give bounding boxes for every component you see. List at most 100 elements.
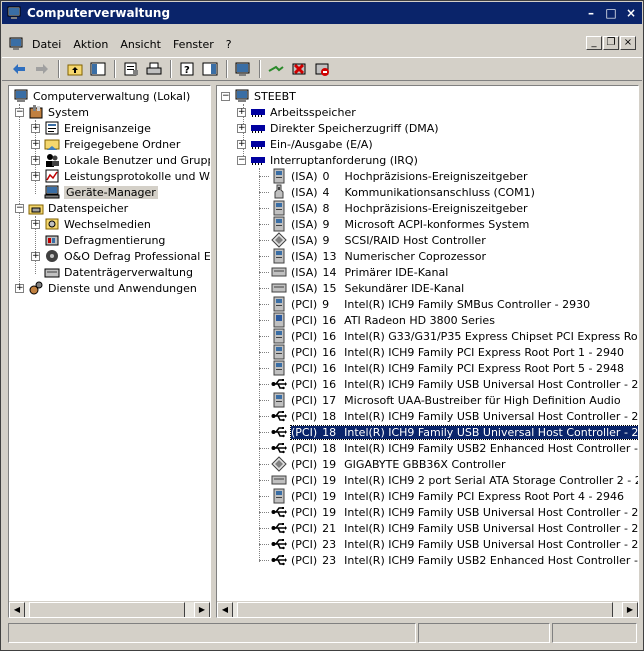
uninstall-button[interactable] — [288, 59, 310, 79]
print-button[interactable] — [143, 59, 165, 79]
tree-connector — [259, 512, 269, 513]
close-button[interactable]: × — [622, 5, 640, 21]
scan-hardware-button[interactable] — [232, 59, 254, 79]
irq-device-row[interactable]: (PCI) 19 Intel(R) ICH9 2 port Serial ATA S… — [255, 472, 638, 488]
collapse-toggle[interactable]: − — [15, 203, 24, 213]
minimize-button[interactable]: – — [582, 5, 600, 21]
expand-toggle[interactable]: + — [31, 139, 40, 149]
scroll-right-button[interactable]: ▶ — [622, 602, 638, 617]
update-driver-button[interactable] — [265, 59, 287, 79]
tree-item-storage[interactable]: − Datenspeicher — [15, 200, 128, 216]
expand-toggle[interactable]: + — [237, 123, 246, 133]
tree-item-computer-management[interactable]: Computerverwaltung (Lokal) — [13, 88, 190, 104]
irq-device-row[interactable]: (PCI) 16 Intel(R) ICH9 Family USB Universa… — [255, 376, 638, 392]
show-hide-action-pane-button[interactable] — [199, 59, 221, 79]
irq-device-row[interactable]: (ISA) 14 Primärer IDE-Kanal — [255, 264, 448, 280]
menu-help[interactable]: ? — [220, 38, 238, 51]
irq-device-row[interactable]: (PCI) 16 Intel(R) G33/G31/P35 Express Chip… — [255, 328, 638, 344]
mdi-close-button[interactable]: × — [620, 36, 636, 50]
irq-device-row[interactable]: (PCI) 18 Intel(R) ICH9 Family USB2 Enhance… — [255, 440, 638, 456]
title-bar[interactable]: Computerverwaltung – □ × — [2, 2, 642, 24]
forward-button[interactable] — [31, 59, 53, 79]
tree-item-services-apps[interactable]: + Dienste und Anwendungen — [15, 280, 197, 296]
irq-device-row[interactable]: (ISA) 13 Numerischer Coprozessor — [255, 248, 486, 264]
irq-device-row[interactable]: (PCI) 23 Intel(R) ICH9 Family USB Universa… — [255, 536, 638, 552]
irq-device-row[interactable]: (ISA) 9 Microsoft ACPI-konformes System — [255, 216, 529, 232]
irq-device-row[interactable]: (PCI) 23 Intel(R) ICH9 Family USB2 Enhance… — [255, 552, 638, 568]
expand-toggle[interactable]: + — [31, 219, 40, 229]
scroll-left-button[interactable]: ◀ — [217, 602, 233, 617]
irq-device-row[interactable]: (PCI) 17 Microsoft UAA-Bustreiber für High… — [255, 392, 621, 408]
ide-controller-icon — [271, 475, 287, 485]
maximize-button[interactable]: □ — [602, 5, 620, 21]
scrollbar-thumb[interactable] — [29, 602, 185, 617]
expand-toggle[interactable]: + — [31, 251, 40, 261]
tree-item-device-manager[interactable]: Geräte-Manager — [44, 184, 158, 200]
irq-device-row[interactable]: (PCI) 16 ATI Radeon HD 3800 Series — [255, 312, 495, 328]
irq-device-row[interactable]: (PCI) 16 Intel(R) ICH9 Family PCI Express … — [255, 344, 624, 360]
scrollbar-thumb[interactable] — [237, 602, 613, 617]
category-memory[interactable]: + Arbeitsspeicher — [237, 104, 356, 120]
menu-aktion[interactable]: Aktion — [67, 38, 114, 51]
collapse-toggle[interactable]: − — [15, 107, 24, 117]
irq-device-row[interactable]: (ISA) 9 SCSI/RAID Host Controller — [255, 232, 486, 248]
tree-item-removable-media[interactable]: + Wechselmedien — [31, 216, 151, 232]
show-hide-tree-button[interactable] — [87, 59, 109, 79]
category-dma[interactable]: + Direkter Speicherzugriff (DMA) — [237, 120, 439, 136]
irq-device-row[interactable]: (PCI) 18 Intel(R) ICH9 Family USB Universa… — [255, 408, 638, 424]
irq-device-row[interactable]: (PCI) 18 Intel(R) ICH9 Family USB Universa… — [255, 424, 638, 440]
tree-item-label: Dienste und Anwendungen — [48, 281, 197, 295]
irq-device-row[interactable]: (PCI) 19 Intel(R) ICH9 Family USB Universa… — [255, 504, 638, 520]
collapse-toggle[interactable]: − — [221, 91, 230, 101]
properties-button[interactable] — [120, 59, 142, 79]
irq-device-row[interactable]: (ISA) 8 Hochpräzisions-Ereigniszeitgeber — [255, 200, 528, 216]
menu-ansicht[interactable]: Ansicht — [114, 38, 167, 51]
menu-bar: Datei Aktion Ansicht Fenster ? _ ❐ × — [2, 33, 642, 55]
details-pane[interactable]: − STEEBT + Arbeitsspeicher + Direkter Sp… — [216, 85, 639, 618]
disable-button[interactable] — [311, 59, 333, 79]
up-level-button[interactable] — [64, 59, 86, 79]
toolbar-separator — [114, 60, 116, 78]
irq-device-row[interactable]: (PCI) 9 Intel(R) ICH9 Family SMBus Control… — [255, 296, 590, 312]
irq-bus: (ISA) — [291, 281, 318, 295]
irq-device-row[interactable]: (ISA) 15 Sekundärer IDE-Kanal — [255, 280, 464, 296]
tree-item-defragmentation[interactable]: Defragmentierung — [44, 232, 165, 248]
collapse-toggle[interactable]: − — [237, 155, 246, 165]
expand-toggle[interactable]: + — [31, 171, 40, 181]
back-button[interactable] — [8, 59, 30, 79]
category-irq[interactable]: − Interruptanforderung (IRQ) — [237, 152, 418, 168]
expand-toggle[interactable]: + — [237, 107, 246, 117]
tree-item-event-viewer[interactable]: + Ereignisanzeige — [31, 120, 151, 136]
category-io[interactable]: + Ein-/Ausgabe (E/A) — [237, 136, 373, 152]
tree-item-shared-folders[interactable]: + Freigegebene Ordner — [31, 136, 180, 152]
irq-device-row[interactable]: (PCI) 21 Intel(R) ICH9 Family USB Universa… — [255, 520, 638, 536]
horizontal-scrollbar[interactable]: ◀ ▶ — [9, 601, 210, 617]
tree-item-system[interactable]: − System — [15, 104, 89, 120]
scroll-left-button[interactable]: ◀ — [9, 602, 25, 617]
mdi-restore-button[interactable]: ❐ — [603, 36, 619, 50]
menu-fenster[interactable]: Fenster — [167, 38, 220, 51]
expand-toggle[interactable]: + — [15, 283, 24, 293]
menu-datei[interactable]: Datei — [26, 38, 67, 51]
expand-toggle[interactable]: + — [31, 155, 40, 165]
tree-item-performance-logs[interactable]: + Leistungsprotokolle und War — [31, 168, 210, 184]
expand-toggle[interactable]: + — [31, 123, 40, 133]
tree-item-disk-management[interactable]: Datenträgerverwaltung — [44, 264, 193, 280]
expand-toggle[interactable]: + — [237, 139, 246, 149]
mdi-minimize-button[interactable]: _ — [586, 36, 602, 50]
irq-device-row[interactable]: (PCI) 19 Intel(R) ICH9 Family PCI Express … — [255, 488, 624, 504]
irq-bus: (ISA) — [291, 233, 318, 247]
tree-item-local-users[interactable]: + Lokale Benutzer und Gruppe — [31, 152, 210, 168]
console-tree-pane[interactable]: Computerverwaltung (Lokal) − System + Er… — [8, 85, 211, 618]
horizontal-scrollbar[interactable]: ◀ ▶ — [217, 601, 638, 617]
status-panel — [8, 623, 416, 643]
irq-device-row[interactable]: (PCI) 19 GIGABYTE GBB36X Controller — [255, 456, 506, 472]
irq-device-row[interactable]: (ISA) 0 Hochpräzisions-Ereigniszeitgeber — [255, 168, 528, 184]
tree-item-root[interactable]: − STEEBT — [221, 88, 296, 104]
tree-item-oo-defrag[interactable]: + O&O Defrag Professional Ed — [31, 248, 210, 264]
usb-icon — [271, 379, 287, 390]
irq-device-row[interactable]: (ISA) 4 Kommunikationsanschluss (COM1) — [255, 184, 535, 200]
help-button[interactable]: ? — [176, 59, 198, 79]
irq-device-row[interactable]: (PCI) 16 Intel(R) ICH9 Family PCI Express … — [255, 360, 624, 376]
scroll-right-button[interactable]: ▶ — [194, 602, 210, 617]
